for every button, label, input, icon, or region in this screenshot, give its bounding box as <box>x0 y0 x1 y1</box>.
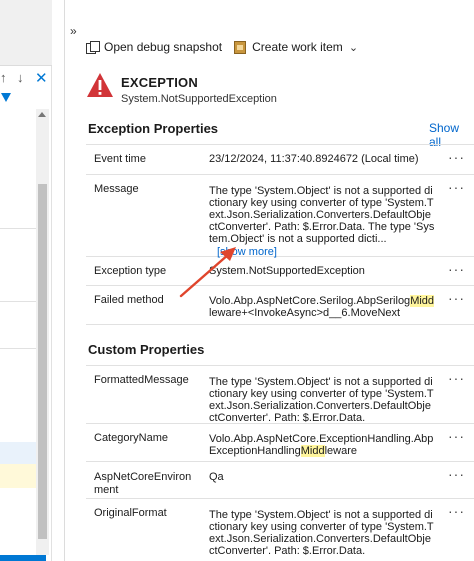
property-key: Exception type <box>94 265 167 277</box>
custom-properties-heading: Custom Properties <box>88 342 205 357</box>
property-value: System.NotSupportedException <box>209 265 365 277</box>
left-pane: ↑ ↓ ✕ <box>0 0 52 561</box>
work-item-icon <box>234 40 247 54</box>
more-options-icon[interactable]: ··· <box>448 179 465 195</box>
exception-title: EXCEPTION <box>121 75 198 90</box>
value-part: Volo.Abp.AspNetCore.Serilog.AbpSerilog <box>209 295 411 307</box>
more-options-icon[interactable]: ··· <box>448 261 465 277</box>
property-row-category-name: CategoryName Volo.Abp.AspNetCore.Excepti… <box>86 424 474 462</box>
more-options-icon[interactable]: ··· <box>448 428 465 444</box>
open-debug-snapshot-label: Open debug snapshot <box>104 40 223 54</box>
more-options-icon[interactable]: ··· <box>448 466 465 482</box>
list-divider <box>0 301 36 302</box>
list-divider <box>0 348 36 349</box>
collapse-pane-icon[interactable]: » <box>70 24 77 38</box>
message-text: The type 'System.Object' is not a suppor… <box>209 185 435 245</box>
open-debug-snapshot-button[interactable]: Open debug snapshot <box>86 40 222 54</box>
details-toolbar: Open debug snapshot Create work item ⌄ <box>86 37 370 57</box>
create-work-item-label: Create work item <box>252 40 343 54</box>
left-pane-header <box>0 0 52 66</box>
exception-properties-table: Event time 23/12/2024, 11:37:40.8924672 … <box>86 144 474 325</box>
close-icon[interactable]: ✕ <box>35 69 48 87</box>
create-work-item-button[interactable]: Create work item ⌄ <box>234 40 358 54</box>
warning-icon <box>87 73 113 97</box>
property-key: CategoryName <box>94 432 168 444</box>
custom-properties-table: FormattedMessage The type 'System.Object… <box>86 365 474 561</box>
property-row-failed-method: Failed method Volo.Abp.AspNetCore.Serilo… <box>86 286 474 325</box>
list-item-selected[interactable] <box>0 442 36 464</box>
search-highlight: Midd <box>410 295 435 307</box>
property-value: The type 'System.Object' is not a suppor… <box>209 376 434 424</box>
left-pane-nav: ↑ ↓ ✕ <box>0 70 52 90</box>
property-value: Volo.Abp.AspNetCore.Serilog.AbpSerilogMi… <box>209 295 435 319</box>
more-options-icon[interactable]: ··· <box>448 290 465 306</box>
arrow-down-icon[interactable]: ↓ <box>17 70 24 85</box>
more-options-icon[interactable]: ··· <box>448 370 465 386</box>
property-row-message: Message The type 'System.Object' is not … <box>86 175 474 258</box>
property-value: Qa <box>209 471 224 483</box>
property-value: 23/12/2024, 11:37:40.8924672 (Local time… <box>209 153 419 165</box>
snapshot-icon <box>86 41 100 54</box>
property-value: Volo.Abp.AspNetCore.ExceptionHandling.Ab… <box>209 433 435 457</box>
arrow-up-icon[interactable]: ↑ <box>0 70 7 85</box>
property-key: FormattedMessage <box>94 374 189 386</box>
left-pane-footer-bar <box>0 555 46 561</box>
search-highlight: Midd <box>300 445 325 457</box>
exception-type-subtitle: System.NotSupportedException <box>121 93 277 105</box>
value-part: leware+<InvokeAsync>d__6.MoveNext <box>209 307 401 319</box>
property-value: The type 'System.Object' is not a suppor… <box>209 185 435 258</box>
property-row-event-time: Event time 23/12/2024, 11:37:40.8924672 … <box>86 145 474 175</box>
more-options-icon[interactable]: ··· <box>448 149 465 165</box>
list-divider <box>0 228 36 229</box>
property-row-environment: AspNetCoreEnvironment Qa ··· <box>86 462 474 499</box>
exception-properties-heading: Exception Properties <box>88 121 219 136</box>
pane-divider[interactable] <box>64 0 65 561</box>
more-options-icon[interactable]: ··· <box>448 503 465 519</box>
property-key: Message <box>94 183 139 195</box>
property-value: The type 'System.Object' is not a suppor… <box>209 509 434 557</box>
property-key: OriginalFormat <box>94 507 167 519</box>
scroll-up-icon[interactable] <box>38 112 46 117</box>
value-part: leware <box>324 445 357 457</box>
property-row-original-format: OriginalFormat The type 'System.Object' … <box>86 499 474 561</box>
property-key: Failed method <box>94 294 164 306</box>
property-key: AspNetCoreEnvironment <box>94 471 192 496</box>
vertical-scrollbar[interactable] <box>36 109 49 555</box>
chevron-down-icon: ⌄ <box>348 41 359 54</box>
scroll-thumb[interactable] <box>38 184 47 539</box>
property-row-exception-type: Exception type System.NotSupportedExcept… <box>86 257 474 286</box>
sort-indicator-icon <box>1 93 11 102</box>
property-key: Event time <box>94 153 146 165</box>
list-item-highlighted[interactable] <box>0 464 36 488</box>
property-row-formatted-message: FormattedMessage The type 'System.Object… <box>86 366 474 424</box>
